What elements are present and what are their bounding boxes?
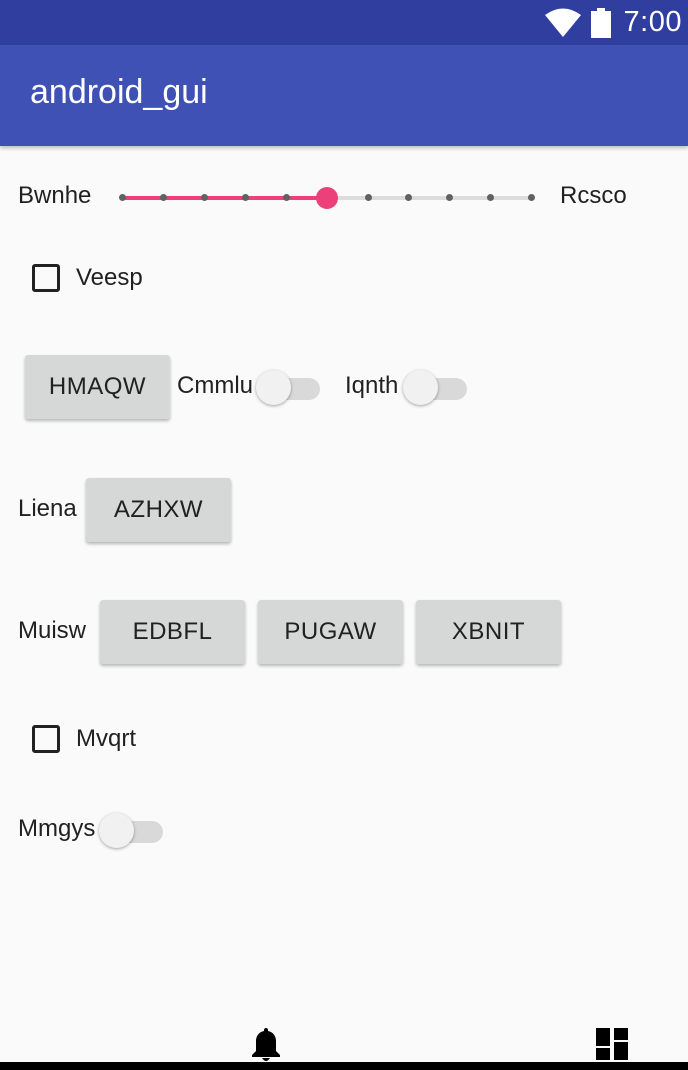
azhxw-button[interactable]: AZHXW (86, 478, 231, 542)
seek-tick (160, 194, 167, 201)
status-bar: 7:00 (0, 0, 688, 45)
checkbox-veesp-label[interactable]: Veesp (76, 264, 143, 292)
switch-cmmlu[interactable] (256, 367, 320, 407)
checkbox-mvqrt[interactable] (32, 725, 60, 753)
seek-tick (446, 194, 453, 201)
liena-label: Liena (18, 495, 77, 522)
checkbox-mvqrt-label[interactable]: Mvqrt (76, 725, 136, 753)
xbnit-button[interactable]: XBNIT (416, 600, 561, 664)
seek-tick (201, 194, 208, 201)
status-icons: 7:00 (544, 0, 682, 45)
switch-mmgys[interactable] (99, 810, 163, 850)
app-bar: android_gui (0, 45, 688, 146)
seekbar-left-label: Bwnhe (18, 182, 92, 209)
seek-thumb[interactable] (316, 187, 338, 209)
switch-thumb (403, 370, 438, 405)
switch-thumb (99, 813, 134, 848)
seek-track-inactive (327, 196, 532, 200)
seek-track-active (122, 196, 327, 200)
battery-icon (590, 7, 611, 38)
status-time: 7:00 (623, 6, 682, 38)
muisw-label: Muisw (18, 617, 87, 644)
seek-tick (119, 194, 126, 201)
switch-thumb (256, 370, 291, 405)
switch-mmgys-label: Mmgys (18, 815, 96, 842)
switch-cmmlu-label: Cmmlu (177, 372, 253, 399)
seekbar-right-label: Rcsco (560, 182, 627, 209)
seek-tick (528, 194, 535, 201)
hmaqw-button[interactable]: HMAQW (25, 355, 170, 419)
seek-tick (283, 194, 290, 201)
seek-tick (405, 194, 412, 201)
dashboard-icon[interactable] (596, 1028, 628, 1060)
checkbox-veesp[interactable] (32, 264, 60, 292)
switch-iqnth-label: Iqnth (345, 372, 399, 399)
edbfl-button[interactable]: EDBFL (100, 600, 245, 664)
navigation-bar (0, 1062, 688, 1070)
app-title: android_gui (30, 73, 208, 111)
seek-tick (365, 194, 372, 201)
pugaw-button[interactable]: PUGAW (258, 600, 403, 664)
seek-tick (487, 194, 494, 201)
switch-iqnth[interactable] (403, 367, 467, 407)
bell-icon[interactable] (250, 1026, 282, 1062)
wifi-icon (544, 8, 581, 37)
seek-tick (242, 194, 249, 201)
